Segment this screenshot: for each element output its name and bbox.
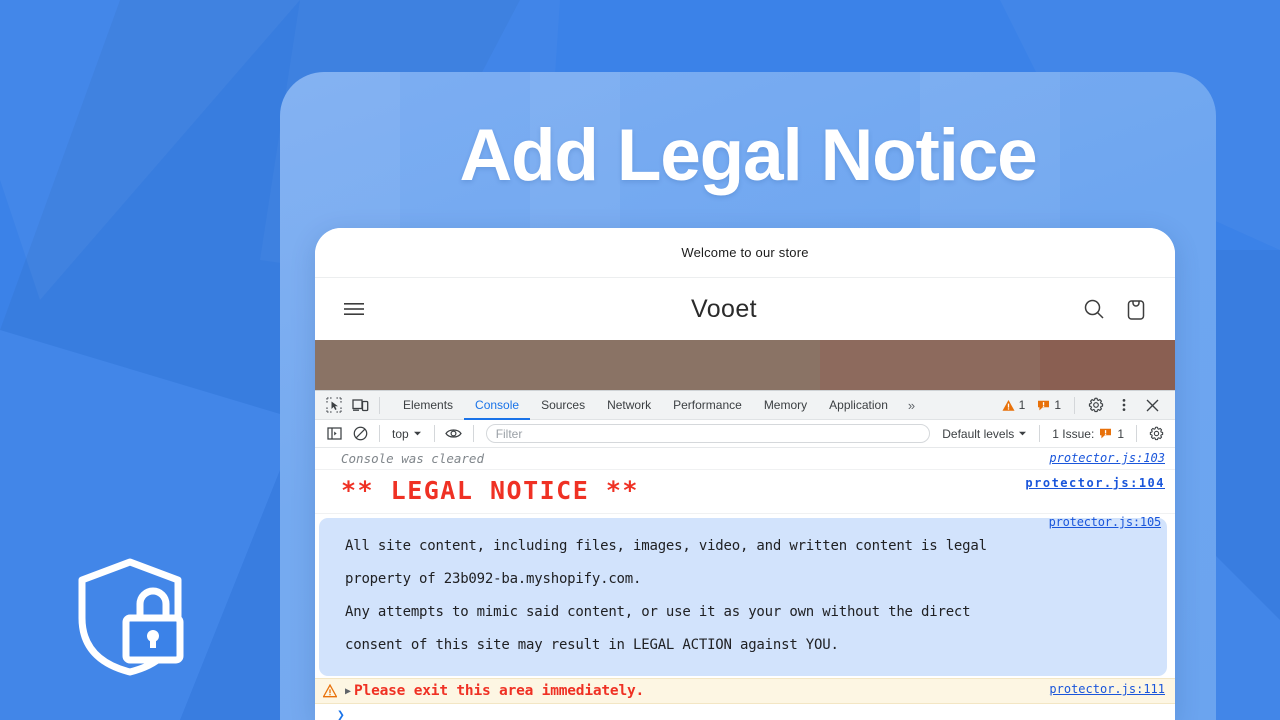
console-message-legal-heading: ** LEGAL NOTICE ** protector.js:104 — [315, 470, 1175, 514]
issues-count: 1 — [1117, 426, 1124, 441]
store-name: Vooet — [691, 294, 757, 323]
prompt-chevron-icon: ❯ — [337, 708, 345, 720]
tab-network[interactable]: Network — [596, 391, 662, 420]
warning-count: 1 — [1018, 398, 1026, 412]
source-link[interactable]: protector.js:111 — [1049, 682, 1165, 696]
toolbar-divider — [379, 396, 380, 414]
execution-context-select[interactable]: top — [386, 427, 428, 441]
issues-label: 1 Issue: — [1052, 426, 1095, 441]
more-options-icon[interactable] — [1111, 393, 1137, 417]
devtools-panel: Elements Console Sources Network Perform… — [315, 390, 1175, 720]
issues-summary[interactable]: 1 Issue: 1 — [1046, 427, 1130, 441]
console-message-legal-body: protector.js:105 All site content, inclu… — [319, 515, 1167, 676]
source-link[interactable]: protector.js:104 — [1025, 476, 1165, 490]
live-expression-icon[interactable] — [441, 422, 467, 446]
legal-body-line-3: Any attempts to mimic said content, or u… — [345, 604, 971, 620]
console-sidebar-icon[interactable] — [321, 422, 347, 446]
filterbar-divider-1 — [379, 425, 380, 442]
tab-memory[interactable]: Memory — [753, 391, 818, 420]
log-levels-select[interactable]: Default levels — [936, 427, 1033, 441]
devtools-tabs: Elements Console Sources Network Perform… — [392, 391, 923, 420]
status-divider — [1074, 396, 1075, 414]
console-filter-bar: top Default levels 1 Issue: — [315, 420, 1175, 448]
warning-triangle-icon — [323, 684, 337, 698]
legal-heading-text: ** LEGAL NOTICE ** — [341, 476, 639, 505]
hamburger-menu-icon[interactable] — [343, 301, 365, 317]
legal-body-line-1: All site content, including files, image… — [345, 538, 987, 554]
filterbar-divider-3 — [472, 425, 474, 442]
shopping-bag-icon[interactable] — [1125, 297, 1147, 321]
close-icon[interactable] — [1139, 393, 1165, 417]
console-message-cleared: Console was cleared protector.js:103 — [315, 448, 1175, 470]
tab-sources[interactable]: Sources — [530, 391, 596, 420]
source-link[interactable]: protector.js:103 — [1049, 451, 1165, 465]
store-announcement-bar: Welcome to our store — [315, 228, 1175, 278]
warning-text: Please exit this area immediately. — [354, 683, 645, 699]
devtools-status-actions: 1 1 — [997, 393, 1169, 417]
source-link[interactable]: protector.js:105 — [1049, 506, 1162, 539]
page-title: Add Legal Notice — [459, 115, 1037, 196]
tab-performance[interactable]: Performance — [662, 391, 753, 420]
execution-context-label: top — [392, 426, 409, 441]
issue-count-chip[interactable]: 1 — [1032, 398, 1066, 412]
cleared-text: Console was cleared — [341, 451, 484, 466]
console-prompt[interactable]: ❯ — [315, 704, 1175, 720]
shield-lock-icon — [74, 556, 186, 681]
warning-count-chip[interactable]: 1 — [997, 398, 1031, 412]
search-icon[interactable] — [1083, 298, 1105, 320]
filterbar-divider-5 — [1136, 425, 1137, 442]
tab-application[interactable]: Application — [818, 391, 899, 420]
store-header: Vooet — [315, 278, 1175, 340]
log-levels-label: Default levels — [942, 426, 1015, 441]
inspect-element-icon[interactable] — [321, 393, 347, 417]
tab-console[interactable]: Console — [464, 391, 530, 420]
legal-body-line-2: property of 23b092-ba.myshopify.com. — [345, 571, 642, 587]
store-hero-banner — [315, 340, 1175, 390]
tab-elements[interactable]: Elements — [392, 391, 464, 420]
issue-icon — [1038, 400, 1050, 410]
announcement-text: Welcome to our store — [681, 245, 809, 260]
console-filter-input[interactable] — [485, 424, 931, 443]
issue-icon — [1100, 428, 1112, 439]
warning-triangle-icon — [1002, 399, 1015, 411]
filterbar-divider-2 — [433, 425, 435, 442]
console-settings-icon[interactable] — [1143, 422, 1169, 446]
legal-body-line-4: consent of this site may result in LEGAL… — [345, 637, 839, 653]
devtools-tabbar: Elements Console Sources Network Perform… — [315, 391, 1175, 420]
console-message-warning: ▶ Please exit this area immediately. pro… — [315, 678, 1175, 704]
header-actions — [1083, 297, 1147, 321]
chevron-down-icon — [413, 431, 421, 436]
expand-arrow-icon[interactable]: ▶ — [345, 686, 351, 697]
console-message-list: Console was cleared protector.js:103 ** … — [315, 448, 1175, 720]
chevron-down-icon — [1019, 431, 1027, 436]
browser-card: Welcome to our store Vooet Elements Cons… — [315, 228, 1175, 720]
gear-icon[interactable] — [1083, 393, 1109, 417]
filterbar-divider-4 — [1039, 425, 1041, 442]
more-tabs-icon[interactable]: » — [899, 398, 923, 413]
clear-console-icon[interactable] — [347, 422, 373, 446]
device-toolbar-icon[interactable] — [347, 393, 373, 417]
issue-count: 1 — [1054, 398, 1061, 412]
